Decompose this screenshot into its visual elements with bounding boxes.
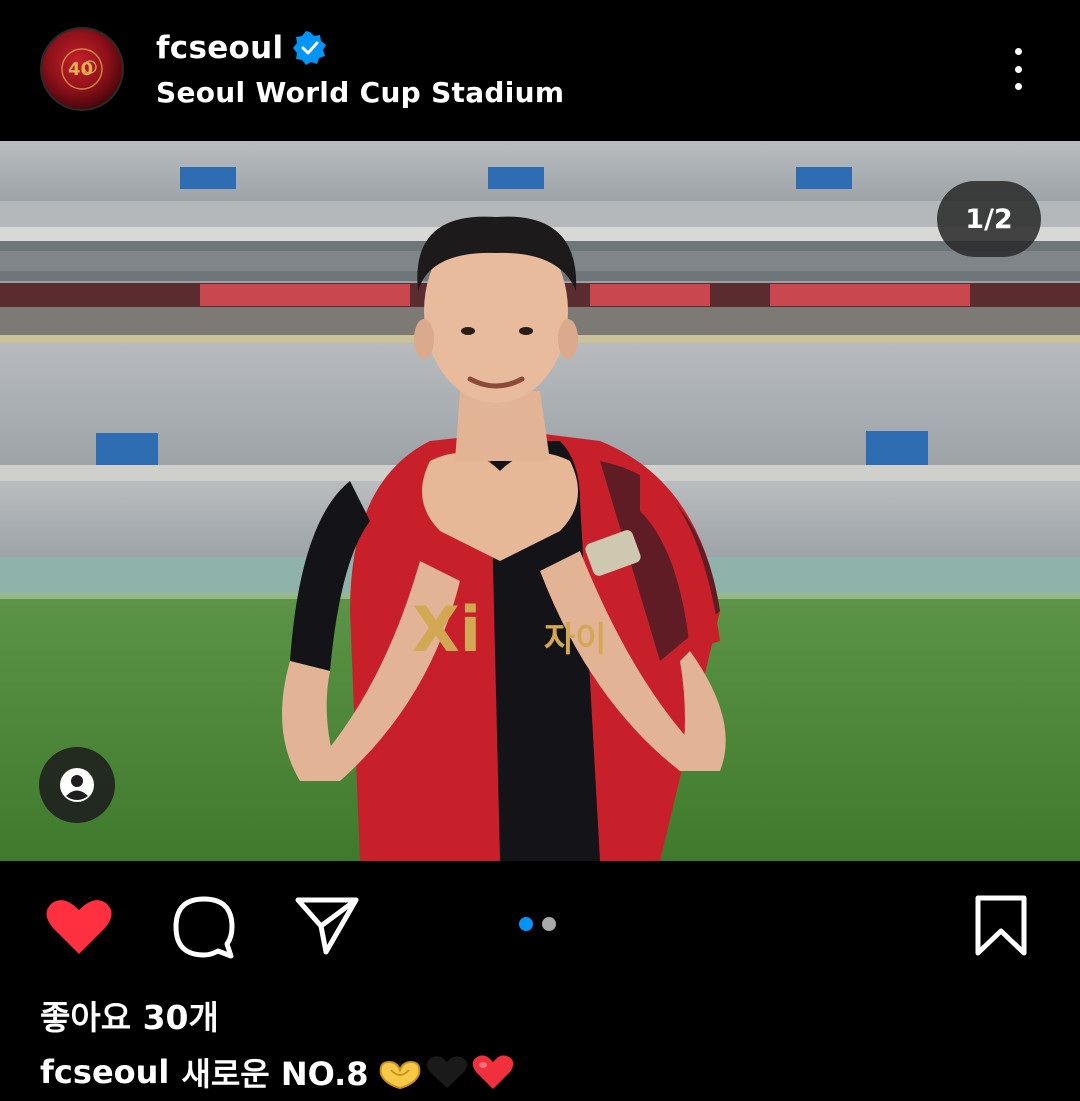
comment-button[interactable] (170, 893, 238, 961)
carousel-indicator (519, 917, 556, 931)
post-photo[interactable]: Xi 자이 1/2 (0, 141, 1080, 861)
username[interactable]: fcseoul (156, 30, 283, 66)
svg-text:40: 40 (68, 59, 93, 80)
jersey-sponsor-logo: Xi (412, 593, 481, 666)
share-button[interactable] (294, 895, 360, 957)
send-icon (295, 897, 359, 955)
tagged-people-button[interactable] (39, 747, 115, 823)
red-heart-emoji-icon (472, 1055, 513, 1089)
fc-seoul-emblem-icon: 40 (61, 48, 103, 90)
save-button[interactable] (972, 893, 1030, 959)
heart-hands-emoji-icon (379, 1060, 420, 1090)
carousel-counter: 1/2 (937, 181, 1041, 257)
carousel-dot-active (519, 917, 533, 931)
bookmark-icon (975, 895, 1027, 956)
caption-text: 새로운 NO.8 (181, 1055, 369, 1093)
comment-icon (173, 896, 235, 959)
post-caption: fcseoul 새로운 NO.8 (40, 1049, 515, 1095)
like-button[interactable] (44, 895, 114, 957)
carousel-dot (542, 917, 556, 931)
post-header: 40 fcseoul Seoul World Cup Stadium (0, 0, 1080, 141)
location-link[interactable]: Seoul World Cup Stadium (156, 76, 564, 109)
black-heart-emoji-icon (426, 1056, 467, 1088)
heart-filled-icon (46, 900, 112, 954)
svg-text:자이: 자이 (544, 620, 607, 660)
verified-badge-icon (293, 31, 327, 65)
more-options-icon[interactable] (1000, 44, 1036, 94)
person-tag-icon (60, 768, 94, 802)
caption-username[interactable]: fcseoul (40, 1053, 169, 1091)
profile-avatar[interactable]: 40 (40, 27, 124, 111)
like-count[interactable]: 좋아요 30개 (40, 991, 219, 1039)
stadium-photo-illustration: Xi 자이 (0, 141, 1080, 861)
